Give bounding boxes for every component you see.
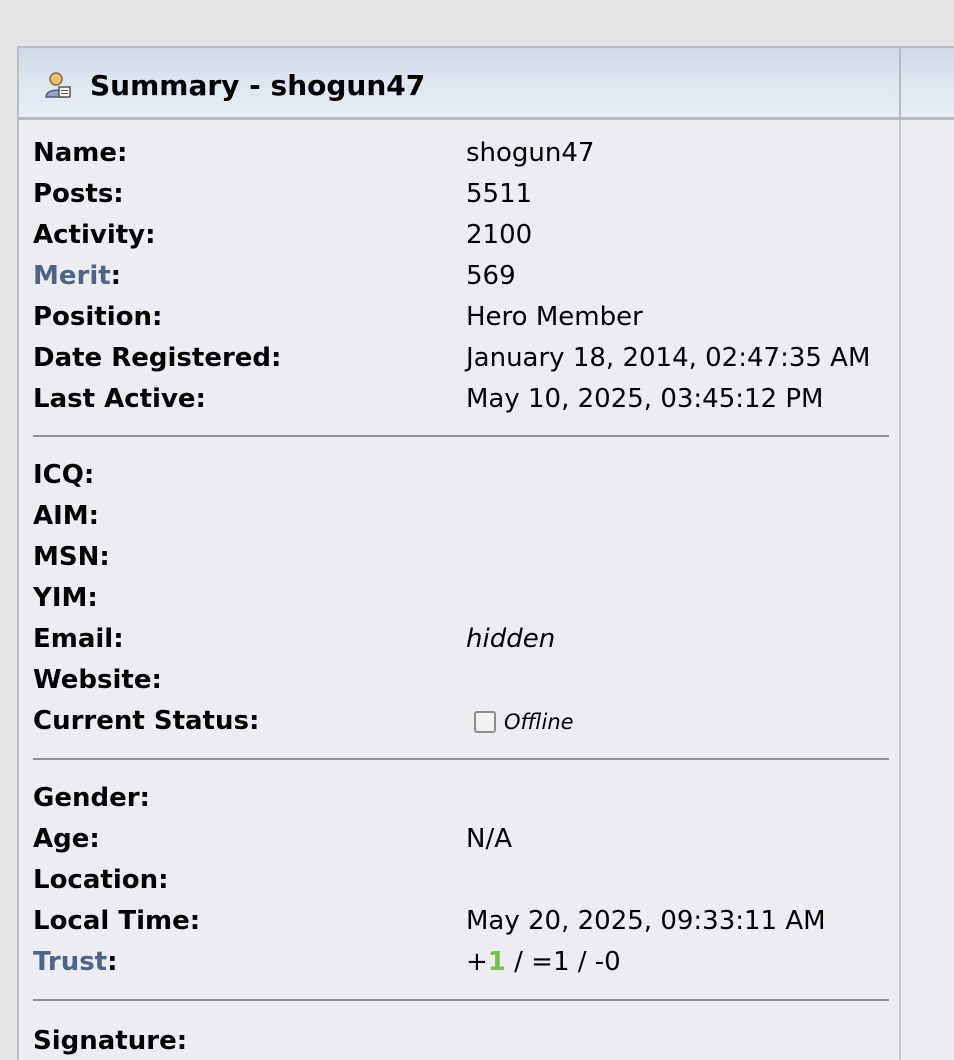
date-registered-label: Date Registered: xyxy=(33,343,282,373)
row-merit: Merit: 569 xyxy=(33,256,893,297)
gender-label: Gender: xyxy=(33,783,150,813)
yim-label: YIM: xyxy=(33,583,98,613)
aim-label: AIM: xyxy=(33,501,100,531)
local-time-value: May 20, 2025, 09:33:11 AM xyxy=(466,906,826,936)
row-website: Website: xyxy=(33,660,893,701)
trust-link[interactable]: Trust xyxy=(33,947,107,977)
page: Summary - shogun47 Name: shogun47 Posts:… xyxy=(0,0,954,1060)
column-divider xyxy=(899,48,901,120)
merit-label: Merit: xyxy=(33,256,121,297)
row-date-registered: Date Registered: January 18, 2014, 02:47… xyxy=(33,338,893,379)
row-email: Email: hidden xyxy=(33,619,893,660)
divider xyxy=(33,758,889,760)
row-gender: Gender: xyxy=(33,778,893,819)
date-registered-value: January 18, 2014, 02:47:35 AM xyxy=(466,343,871,373)
row-local-time: Local Time: May 20, 2025, 09:33:11 AM xyxy=(33,901,893,942)
age-value: N/A xyxy=(466,824,512,854)
profile-details: Name: shogun47 Posts: 5511 Activity: 210… xyxy=(19,120,899,1060)
name-value: shogun47 xyxy=(466,138,595,168)
row-aim: AIM: xyxy=(33,496,893,537)
profile-summary-panel: Summary - shogun47 Name: shogun47 Posts:… xyxy=(17,46,954,1060)
row-current-status: Current Status: Offline xyxy=(33,701,893,742)
trust-plus-sign: + xyxy=(466,947,488,977)
row-signature: Signature: xyxy=(33,1021,893,1060)
page-title: Summary - shogun47 xyxy=(90,69,426,102)
trust-value: +1 / =1 / -0 xyxy=(466,942,621,983)
row-trust: Trust: +1 / =1 / -0 xyxy=(33,942,893,983)
right-column-border xyxy=(899,120,901,1060)
icq-label: ICQ: xyxy=(33,460,95,490)
current-status-label: Current Status: xyxy=(33,706,260,736)
status-text: Offline xyxy=(504,710,574,734)
user-profile-icon xyxy=(45,72,71,98)
msn-label: MSN: xyxy=(33,542,110,572)
merit-colon: : xyxy=(110,261,122,291)
email-value: hidden xyxy=(466,624,556,654)
row-age: Age: N/A xyxy=(33,819,893,860)
row-name: Name: shogun47 xyxy=(33,133,893,174)
title-bar: Summary - shogun47 xyxy=(19,48,954,120)
name-label: Name: xyxy=(33,138,128,168)
merit-link[interactable]: Merit xyxy=(33,261,111,291)
row-activity: Activity: 2100 xyxy=(33,215,893,256)
last-active-value: May 10, 2025, 03:45:12 PM xyxy=(466,384,824,414)
row-last-active: Last Active: May 10, 2025, 03:45:12 PM xyxy=(33,379,893,420)
row-icq: ICQ: xyxy=(33,455,893,496)
position-label: Position: xyxy=(33,302,163,332)
email-label: Email: xyxy=(33,624,124,654)
activity-value: 2100 xyxy=(466,220,533,250)
activity-label: Activity: xyxy=(33,220,156,250)
current-status-value: Offline xyxy=(466,701,574,743)
location-label: Location: xyxy=(33,865,169,895)
posts-label: Posts: xyxy=(33,179,124,209)
offline-status-icon xyxy=(474,711,496,733)
row-posts: Posts: 5511 xyxy=(33,174,893,215)
row-yim: YIM: xyxy=(33,578,893,619)
trust-colon: : xyxy=(107,947,118,977)
divider xyxy=(33,435,889,437)
divider xyxy=(33,999,889,1001)
trust-rest: / =1 / -0 xyxy=(505,947,621,977)
trust-positive: 1 xyxy=(487,947,506,977)
row-position: Position: Hero Member xyxy=(33,297,893,338)
trust-label: Trust: xyxy=(33,942,118,983)
posts-value: 5511 xyxy=(466,179,533,209)
row-location: Location: xyxy=(33,860,893,901)
website-label: Website: xyxy=(33,665,162,695)
local-time-label: Local Time: xyxy=(33,906,201,936)
last-active-label: Last Active: xyxy=(33,384,206,414)
age-label: Age: xyxy=(33,824,100,854)
position-value: Hero Member xyxy=(466,302,643,332)
signature-label: Signature: xyxy=(33,1026,188,1056)
row-msn: MSN: xyxy=(33,537,893,578)
merit-value: 569 xyxy=(466,261,516,291)
